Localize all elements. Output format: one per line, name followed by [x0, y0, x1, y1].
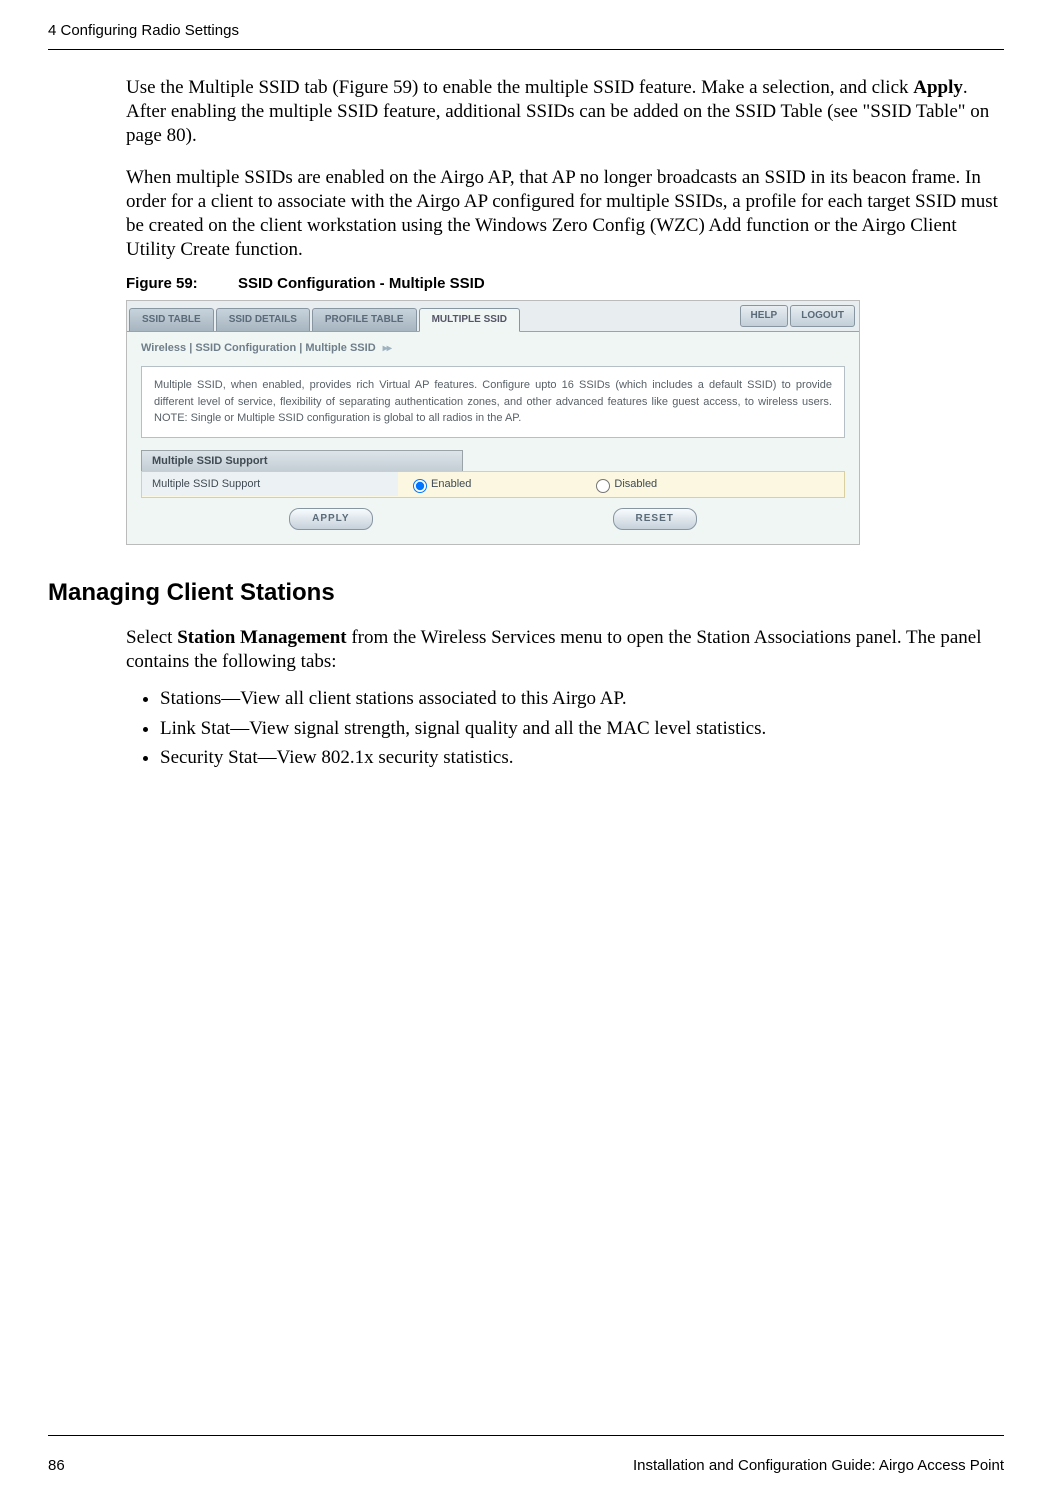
- p1-part-a: Use the Multiple SSID tab (Figure 59) to…: [126, 77, 913, 98]
- tab-multiple-ssid[interactable]: MULTIPLE SSID: [419, 308, 520, 332]
- chapter-label: 4 Configuring Radio Settings: [48, 22, 239, 39]
- intro-bold: Station Management: [177, 627, 346, 648]
- breadcrumb: Wireless | SSID Configuration | Multiple…: [127, 332, 859, 366]
- radio-enabled[interactable]: [413, 479, 427, 493]
- row-label: Multiple SSID Support: [142, 472, 398, 496]
- info-box: Multiple SSID, when enabled, provides ri…: [141, 366, 845, 438]
- section-header: Multiple SSID Support: [141, 450, 463, 471]
- screenshot: SSID TABLE SSID DETAILS PROFILE TABLE MU…: [126, 300, 860, 545]
- tabs-row: SSID TABLE SSID DETAILS PROFILE TABLE MU…: [127, 301, 859, 332]
- tab-ssid-table[interactable]: SSID TABLE: [129, 308, 214, 331]
- reset-button[interactable]: RESET: [613, 508, 697, 530]
- section-heading: Managing Client Stations: [48, 579, 1004, 607]
- paragraph-1: Use the Multiple SSID tab (Figure 59) to…: [126, 76, 1004, 147]
- figure-title: SSID Configuration - Multiple SSID: [238, 275, 485, 292]
- apply-button[interactable]: APPLY: [289, 508, 372, 530]
- footer-title: Installation and Configuration Guide: Ai…: [633, 1457, 1004, 1474]
- help-button[interactable]: HELP: [740, 305, 789, 327]
- intro-a: Select: [126, 627, 177, 648]
- disabled-label: Disabled: [614, 478, 657, 490]
- radio-disabled[interactable]: [596, 479, 610, 493]
- tab-profile-table[interactable]: PROFILE TABLE: [312, 308, 417, 331]
- logout-button[interactable]: LOGOUT: [790, 305, 855, 327]
- footer-rule: [48, 1435, 1004, 1436]
- tab-ssid-details[interactable]: SSID DETAILS: [216, 308, 310, 331]
- form-row: Multiple SSID Support Enabled Disabled: [141, 471, 845, 498]
- list-item: Link Stat—View signal strength, signal q…: [160, 715, 1004, 743]
- page-number: 86: [48, 1457, 65, 1474]
- header-rule: [48, 49, 1004, 50]
- bullet-list: Stations—View all client stations associ…: [160, 685, 1004, 772]
- figure-caption: Figure 59:SSID Configuration - Multiple …: [126, 275, 1004, 292]
- list-item: Security Stat—View 802.1x security stati…: [160, 744, 1004, 772]
- breadcrumb-arrows-icon: ▸▸: [383, 343, 391, 354]
- enabled-label: Enabled: [431, 478, 471, 490]
- breadcrumb-text: Wireless | SSID Configuration | Multiple…: [141, 342, 376, 354]
- paragraph-2: When multiple SSIDs are enabled on the A…: [126, 166, 1004, 261]
- figure-label: Figure 59:: [126, 275, 238, 292]
- action-row: APPLY RESET: [127, 498, 859, 544]
- section2-intro: Select Station Management from the Wirel…: [126, 626, 1004, 674]
- p1-bold: Apply: [913, 77, 963, 98]
- list-item: Stations—View all client stations associ…: [160, 685, 1004, 713]
